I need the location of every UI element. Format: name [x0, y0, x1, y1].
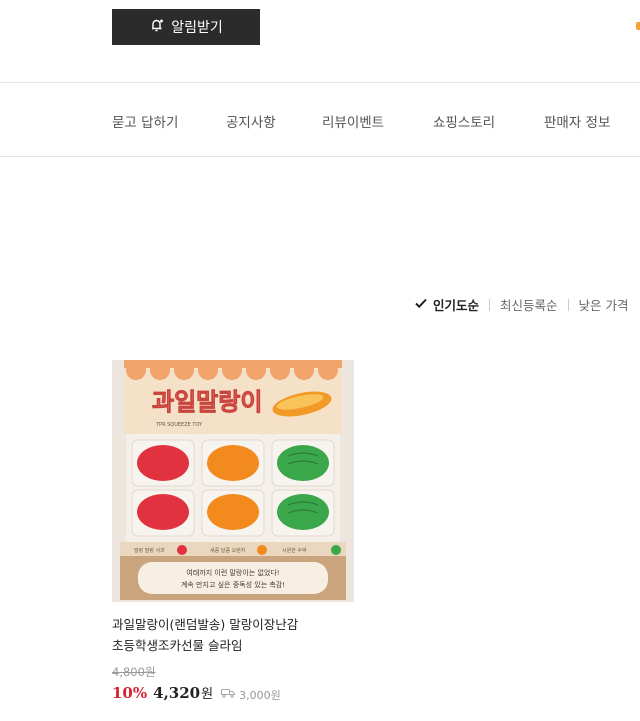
original-price: 4,800원	[112, 665, 156, 679]
product-image-box-text: TPR SQUEEZE TOY	[155, 422, 203, 428]
sort-bar: 인기도순 최신등록순 낮은 가격	[414, 295, 629, 314]
nav-shopping-story[interactable]: 쇼핑스토리	[433, 111, 495, 131]
sort-popular-label: 인기도순	[433, 298, 480, 313]
checkmark-icon	[414, 296, 433, 313]
sort-low-price[interactable]: 낮은 가격	[579, 295, 629, 314]
product-thumbnail[interactable]: 과일말랑이 TPR SQUEEZE TOY 말랑 말랑 사과 새콤 달콤 오렌지…	[112, 360, 354, 602]
corner-badge	[636, 22, 640, 30]
product-image-label-right: 시원한 수박	[282, 547, 307, 554]
shipping-fee: 3,000원	[239, 688, 281, 702]
product-image-bottom-text-2: 계속 만지고 싶은 중독성 있는 촉감!	[181, 580, 285, 589]
alarm-button-label: 알림받기	[171, 20, 223, 36]
truck-icon	[221, 688, 239, 701]
bell-plus-icon	[149, 17, 165, 37]
shipping-info: 3,000원	[221, 687, 281, 703]
divider	[0, 156, 640, 157]
product-image-label-left: 말랑 말랑 사과	[134, 547, 165, 554]
alarm-button[interactable]: 알림받기	[112, 9, 260, 45]
product-image-label-mid: 새콤 달콤 오렌지	[210, 547, 245, 554]
price-row: 10% 4,320 원 3,000원	[112, 683, 354, 703]
nav-qna[interactable]: 묻고 답하기	[112, 111, 178, 131]
sale-price: 4,320	[153, 684, 201, 702]
sort-newest[interactable]: 최신등록순	[500, 295, 558, 314]
nav-seller-info[interactable]: 판매자 정보	[544, 111, 610, 131]
nav-review-event[interactable]: 리뷰이벤트	[322, 111, 384, 131]
currency-label: 원	[201, 687, 214, 702]
sort-popular[interactable]: 인기도순	[414, 295, 479, 314]
product-name-line-2: 초등학생조카선물 슬라임	[112, 638, 243, 653]
product-image-bottom-text-1: 여태까지 이런 말랑이는 없었다!	[186, 568, 279, 577]
sort-separator	[567, 298, 569, 311]
product-image-banner-text: 과일말랑이	[152, 388, 262, 416]
product-card[interactable]: 과일말랑이 TPR SQUEEZE TOY 말랑 말랑 사과 새콤 달콤 오렌지…	[112, 360, 354, 703]
nav-notice[interactable]: 공지사항	[226, 111, 276, 131]
store-nav: 묻고 답하기 공지사항 리뷰이벤트 쇼핑스토리 판매자 정보	[0, 83, 640, 156]
product-name[interactable]: 과일말랑이(랜덤발송) 말랑이장난감 초등학생조카선물 슬라임	[112, 614, 352, 656]
discount-rate: 10%	[112, 684, 148, 702]
product-name-line-1: 과일말랑이(랜덤발송) 말랑이장난감	[112, 617, 299, 632]
sort-separator	[489, 298, 491, 311]
